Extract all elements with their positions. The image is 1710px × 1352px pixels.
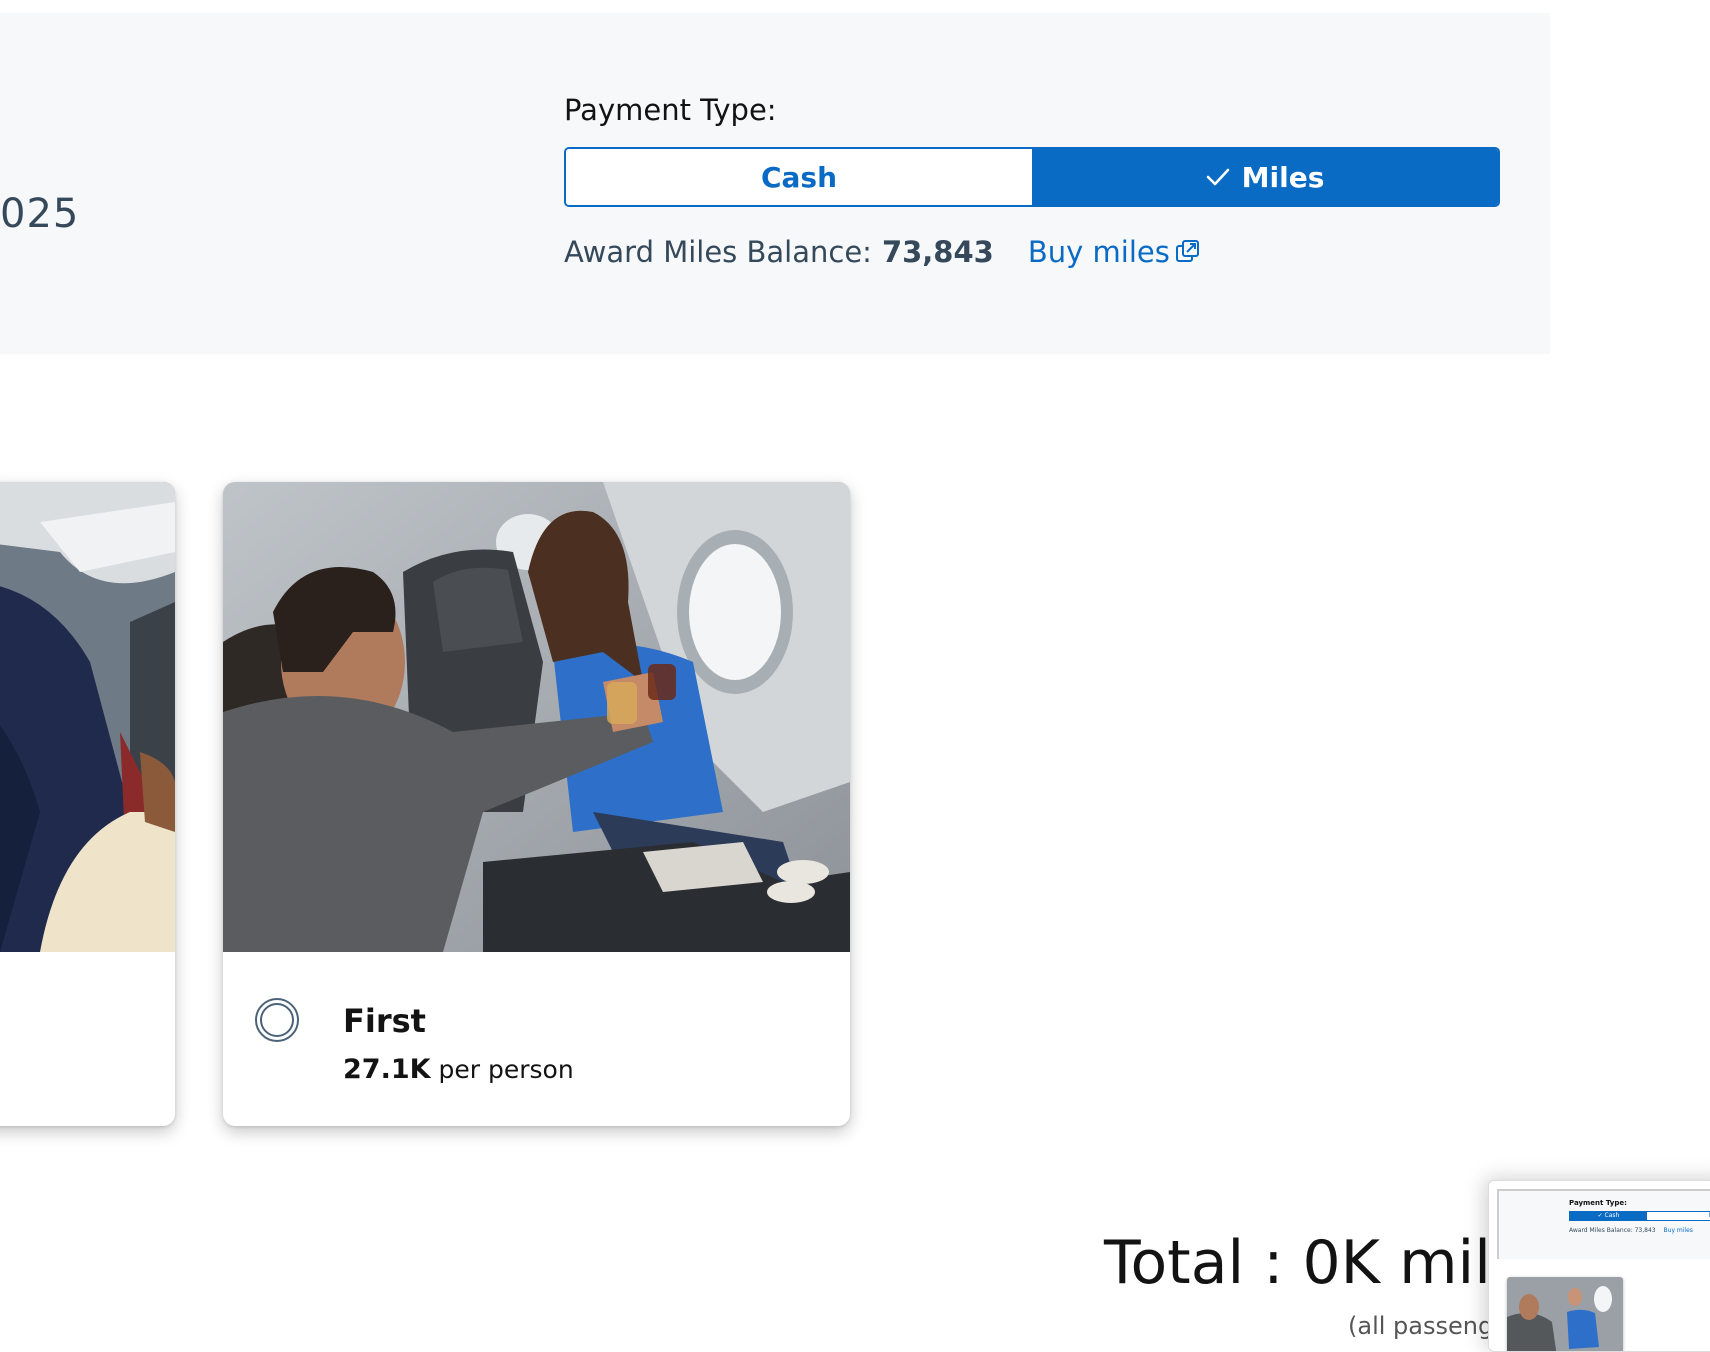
cabin-price-value: 27.1K	[343, 1054, 431, 1085]
preview-miles-option: Miles	[1647, 1212, 1710, 1220]
award-balance-label: Award Miles Balance:	[564, 235, 872, 269]
total-note: (all passenge	[1348, 1312, 1508, 1340]
miles-option-label: Miles	[1241, 160, 1325, 194]
preview-cabin-photo	[1507, 1277, 1623, 1351]
buy-miles-label: Buy miles	[1027, 235, 1170, 269]
preview-toggle: ✓ Cash Miles	[1569, 1211, 1710, 1221]
cabin-card-partial[interactable]	[0, 482, 175, 1126]
preview-balance-text: Award Miles Balance: 73,843	[1569, 1227, 1656, 1234]
radio-inner-ring	[260, 1003, 294, 1037]
preview-buy-link: Buy miles	[1663, 1227, 1693, 1234]
preview-payment-label: Payment Type:	[1569, 1199, 1627, 1207]
miles-option-button[interactable]: Miles	[1032, 149, 1498, 205]
page-preview-thumbnail[interactable]: Payment Type: ✓ Cash Miles Award Miles B…	[1488, 1180, 1710, 1352]
award-balance-row: Award Miles Balance: 73,843 Buy miles	[564, 235, 1200, 269]
checkmark-icon	[1206, 167, 1230, 187]
travel-date-fragment: 025	[0, 191, 80, 237]
cabin-photo-partial	[0, 482, 175, 952]
payment-type-label: Payment Type:	[564, 93, 777, 127]
cash-option-label: Cash	[760, 160, 838, 194]
payment-panel: 025 Payment Type: Cash Miles Award Miles…	[0, 13, 1550, 354]
cabin-name: First	[343, 1002, 426, 1040]
payment-type-toggle: Cash Miles	[564, 147, 1500, 207]
preview-cash-option: ✓ Cash	[1570, 1212, 1647, 1220]
cabin-price: 27.1K per person	[343, 1054, 574, 1085]
cabin-price-suffix: per person	[438, 1055, 574, 1084]
cash-option-button[interactable]: Cash	[566, 149, 1032, 205]
external-link-icon	[1174, 239, 1200, 265]
preview-balance: Award Miles Balance: 73,843 Buy miles	[1569, 1227, 1693, 1234]
cabin-select-radio[interactable]	[255, 998, 299, 1042]
buy-miles-link[interactable]: Buy miles	[1028, 235, 1200, 269]
total-miles: Total : 0K mile	[1104, 1228, 1528, 1298]
cabin-card-first[interactable]: First 27.1K per person	[223, 482, 850, 1126]
award-balance-value: 73,843	[881, 235, 994, 269]
cabin-photo-first	[223, 482, 850, 952]
